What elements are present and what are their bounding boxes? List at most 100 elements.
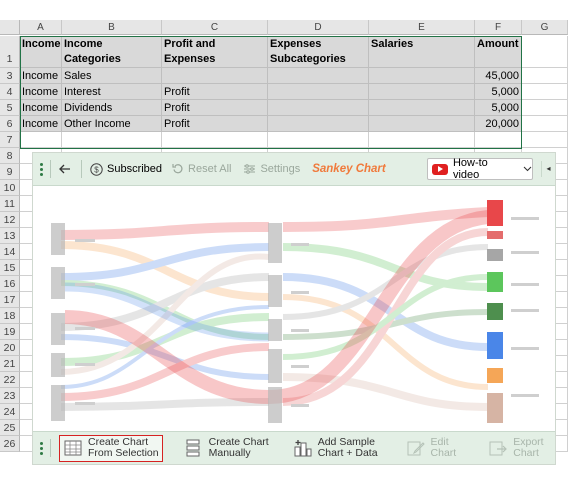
row-header-4[interactable]: 4: [0, 84, 20, 100]
edit-chart-line2: Chart: [430, 447, 457, 459]
edit-chart-button[interactable]: Edit Chart: [403, 435, 460, 462]
back-button[interactable]: [59, 163, 75, 175]
row-header-20[interactable]: 20: [0, 340, 20, 356]
table-cell[interactable]: 5,000: [475, 84, 522, 100]
table-cell[interactable]: [268, 84, 369, 100]
empty-cell[interactable]: [162, 132, 268, 148]
row-header-18[interactable]: 18: [0, 308, 20, 324]
table-cell[interactable]: Interest: [62, 84, 162, 100]
table-grid-icon: [63, 438, 83, 458]
row-header-21[interactable]: 21: [0, 356, 20, 372]
empty-cell[interactable]: [522, 116, 568, 132]
table-cell[interactable]: [369, 68, 475, 84]
back-arrow-icon: [59, 163, 71, 175]
create-chart-from-selection-button[interactable]: Create Chart From Selection: [59, 434, 163, 462]
row-header-9[interactable]: 9: [0, 164, 20, 180]
settings-button[interactable]: Settings: [243, 163, 300, 175]
select-all-corner[interactable]: [0, 20, 20, 35]
empty-cell[interactable]: [20, 132, 62, 148]
column-header-a[interactable]: A: [20, 20, 62, 35]
row-header-7[interactable]: 7: [0, 132, 20, 148]
manual-table-icon: [184, 438, 204, 458]
howto-video-dropdown[interactable]: How-to video: [427, 157, 533, 181]
empty-cell[interactable]: [522, 100, 568, 116]
sample-chart-icon: [293, 438, 313, 458]
row-header-12[interactable]: 12: [0, 212, 20, 228]
export-icon: [488, 438, 508, 458]
row-header-22[interactable]: 22: [0, 372, 20, 388]
howto-label: How-to video: [452, 157, 488, 181]
column-header-d[interactable]: D: [268, 20, 369, 35]
export-chart-button[interactable]: Export Chart: [485, 435, 546, 462]
table-cell[interactable]: Income: [20, 116, 62, 132]
table-cell[interactable]: Profit: [162, 100, 268, 116]
row-header-25[interactable]: 25: [0, 420, 20, 436]
row-header-3[interactable]: 3: [0, 68, 20, 84]
empty-cell[interactable]: [62, 132, 162, 148]
table-cell[interactable]: Sales: [62, 68, 162, 84]
table-cell[interactable]: Income: [20, 100, 62, 116]
row-header-17[interactable]: 17: [0, 292, 20, 308]
row-header-14[interactable]: 14: [0, 244, 20, 260]
drag-handle[interactable]: [38, 441, 44, 455]
drag-handle[interactable]: [38, 162, 44, 176]
empty-cell[interactable]: [522, 68, 568, 84]
empty-cell[interactable]: [369, 132, 475, 148]
empty-cell[interactable]: [475, 132, 522, 148]
column-header-g[interactable]: G: [522, 20, 568, 35]
table-cell[interactable]: [162, 68, 268, 84]
create-manual-line2: Manually: [208, 447, 251, 459]
empty-cell[interactable]: [522, 132, 568, 148]
table-header-cell[interactable]: Profit and Expenses: [162, 36, 268, 68]
row-header-6[interactable]: 6: [0, 116, 20, 132]
add-sample-chart-button[interactable]: Add Sample Chart + Data: [290, 435, 381, 462]
column-header-e[interactable]: E: [369, 20, 475, 35]
table-cell[interactable]: Income: [20, 84, 62, 100]
edit-pencil-icon: [406, 438, 426, 458]
row-header-24[interactable]: 24: [0, 404, 20, 420]
toolbar-divider: [50, 160, 51, 178]
empty-cell[interactable]: [268, 132, 369, 148]
row-header-15[interactable]: 15: [0, 260, 20, 276]
row-header-8[interactable]: 8: [0, 148, 20, 164]
table-cell[interactable]: Dividends: [62, 100, 162, 116]
empty-cell[interactable]: [522, 36, 568, 68]
table-cell[interactable]: [268, 100, 369, 116]
row-header-26[interactable]: 26: [0, 436, 20, 452]
collapse-panel-button[interactable]: ◂: [541, 161, 555, 177]
table-cell[interactable]: [268, 68, 369, 84]
table-header-cell[interactable]: Expenses Subcategories: [268, 36, 369, 68]
row-header-13[interactable]: 13: [0, 228, 20, 244]
row-header-10[interactable]: 10: [0, 180, 20, 196]
table-cell[interactable]: [268, 116, 369, 132]
create-chart-manually-button[interactable]: Create Chart Manually: [181, 435, 272, 462]
table-cell[interactable]: Profit: [162, 84, 268, 100]
column-header-c[interactable]: C: [162, 20, 268, 35]
row-header-16[interactable]: 16: [0, 276, 20, 292]
reset-all-button[interactable]: Reset All: [172, 163, 231, 175]
table-header-cell[interactable]: Income Categories: [62, 36, 162, 68]
table-cell[interactable]: 5,000: [475, 100, 522, 116]
subscribed-button[interactable]: $ Subscribed: [90, 162, 162, 176]
table-cell[interactable]: Other Income: [62, 116, 162, 132]
empty-cell[interactable]: [522, 84, 568, 100]
row-header-19[interactable]: 19: [0, 324, 20, 340]
row-header-1[interactable]: 1: [0, 36, 20, 68]
table-cell[interactable]: Profit: [162, 116, 268, 132]
table-header-cell[interactable]: Income: [20, 36, 62, 68]
table-cell[interactable]: 20,000: [475, 116, 522, 132]
table-cell[interactable]: [369, 116, 475, 132]
table-cell[interactable]: [369, 100, 475, 116]
table-cell[interactable]: 45,000: [475, 68, 522, 84]
table-cell[interactable]: Income: [20, 68, 62, 84]
table-cell[interactable]: [369, 84, 475, 100]
table-header-cell[interactable]: Salaries: [369, 36, 475, 68]
top-toolbar: $ Subscribed Reset All Settings Sankey C…: [33, 153, 555, 186]
table-header-cell[interactable]: Amount: [475, 36, 522, 68]
column-header-b[interactable]: B: [62, 20, 162, 35]
row-header-5[interactable]: 5: [0, 100, 20, 116]
row-header-11[interactable]: 11: [0, 196, 20, 212]
sankey-addin-panel: $ Subscribed Reset All Settings Sankey C…: [32, 152, 556, 465]
row-header-23[interactable]: 23: [0, 388, 20, 404]
column-header-f[interactable]: F: [475, 20, 522, 35]
